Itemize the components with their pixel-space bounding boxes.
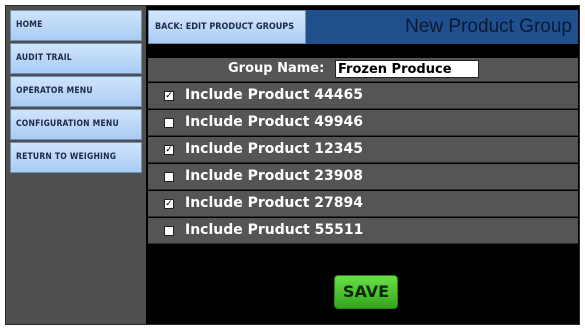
checkbox-icon[interactable]: ✓ xyxy=(164,199,174,209)
product-label: Include Product 49946 xyxy=(185,114,363,130)
nav-configuration-menu-button[interactable]: CONFIGURATION MENU xyxy=(10,109,142,140)
checkbox-icon[interactable]: ✓ xyxy=(164,91,174,101)
product-row[interactable]: Include Product 49946 xyxy=(148,110,578,136)
checkbox-icon[interactable]: ✓ xyxy=(164,145,174,155)
nav-operator-menu-button[interactable]: OPERATOR MENU xyxy=(10,76,142,107)
group-name-input[interactable] xyxy=(335,60,479,78)
save-button[interactable]: SAVE xyxy=(334,275,398,309)
nav-return-to-weighing-button[interactable]: RETURN TO WEIGHING xyxy=(10,142,142,173)
back-edit-product-groups-button[interactable]: BACK: EDIT PRODUCT GROUPS xyxy=(148,10,306,44)
product-row[interactable]: ✓ Include Product 44465 xyxy=(148,83,578,109)
product-row[interactable]: ✓ Include Product 27894 xyxy=(148,191,578,217)
checkbox-icon[interactable] xyxy=(164,118,174,128)
product-label: Include Pruduct 55511 xyxy=(185,222,364,238)
product-row[interactable]: Include Product 23908 xyxy=(148,164,578,190)
page-title: New Product Group xyxy=(306,10,578,44)
product-label: Include Product 27894 xyxy=(185,195,363,211)
product-label: Include Product 12345 xyxy=(185,141,363,157)
group-name-row: Group Name: xyxy=(148,58,578,82)
main-panel: BACK: EDIT PRODUCT GROUPS New Product Gr… xyxy=(148,10,578,322)
sidebar: HOME AUDIT TRAIL OPERATOR MENU CONFIGURA… xyxy=(6,6,146,324)
product-label: Include Product 44465 xyxy=(185,87,363,103)
group-name-label: Group Name: xyxy=(228,61,325,76)
product-label: Include Product 23908 xyxy=(185,168,363,184)
product-row[interactable]: ✓ Include Product 12345 xyxy=(148,137,578,163)
checkbox-icon[interactable] xyxy=(164,226,174,236)
checkbox-icon[interactable] xyxy=(164,172,174,182)
product-row[interactable]: Include Pruduct 55511 xyxy=(148,218,578,244)
nav-audit-trail-button[interactable]: AUDIT TRAIL xyxy=(10,43,142,74)
app-frame: HOME AUDIT TRAIL OPERATOR MENU CONFIGURA… xyxy=(5,5,580,325)
nav-home-button[interactable]: HOME xyxy=(10,10,142,41)
